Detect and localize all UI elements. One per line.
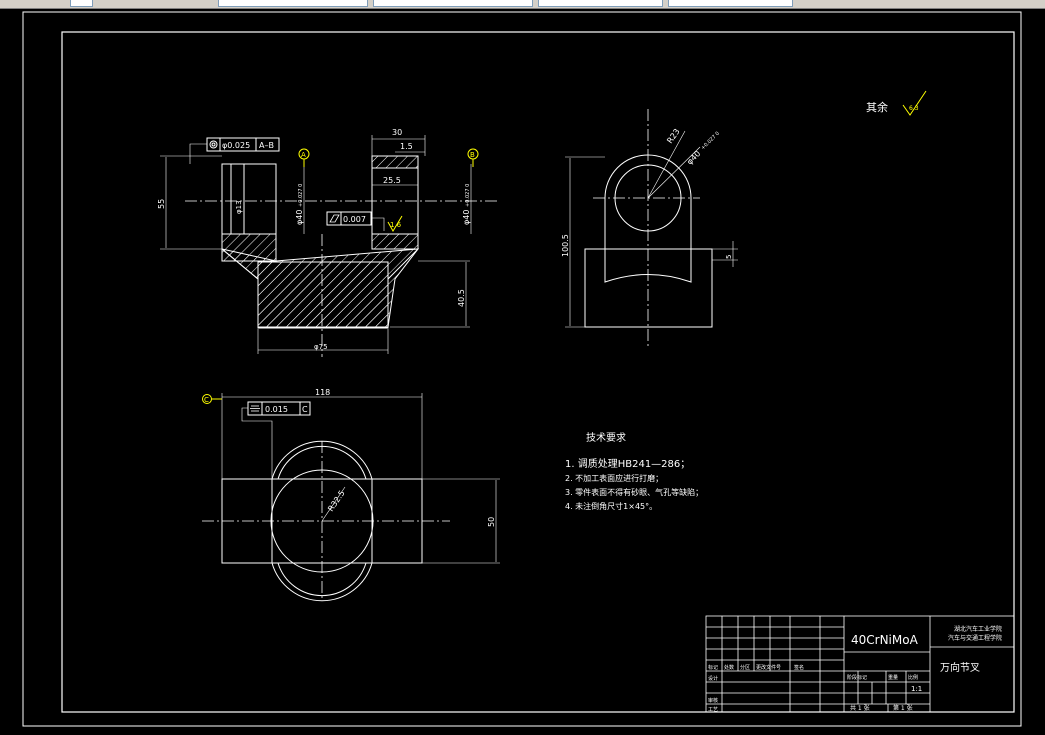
tb-sheet-no: 第 1 张 bbox=[893, 704, 913, 712]
datum-a-label: A bbox=[301, 151, 306, 159]
tb-label-check: 审核 bbox=[708, 697, 718, 704]
tb-material: 40CrNiMoA bbox=[851, 633, 919, 647]
gdt-symmetry-value: 0.015 bbox=[265, 405, 288, 414]
tech-req-item: 3. 零件表面不得有砂眼、气孔等缺陷； bbox=[565, 487, 703, 497]
side-dim-bore-tol: +0.027 0 bbox=[700, 131, 721, 152]
tb-label-change: 更改文件号 bbox=[756, 664, 781, 671]
tech-req-item: 1. 调质处理HB241—286； bbox=[565, 458, 690, 470]
tech-req-title: 技术要求 bbox=[586, 431, 626, 444]
tb-scale: 1:1 bbox=[911, 685, 922, 693]
tb-label-process: 工艺 bbox=[708, 707, 718, 713]
tb-label-mark: 标记 bbox=[708, 664, 718, 671]
datum-c-label: C bbox=[204, 396, 209, 404]
dim-hole: φ13 bbox=[235, 200, 243, 214]
toolbar-icon[interactable] bbox=[70, 0, 93, 7]
tb-label-ratio: 比例 bbox=[908, 674, 918, 681]
side-view bbox=[565, 109, 738, 347]
inner-border bbox=[61, 31, 1015, 713]
dim-chamfer: 1.5 bbox=[400, 142, 413, 151]
dim-inner-width: 25.5 bbox=[383, 176, 401, 185]
flatness-icon bbox=[329, 214, 340, 223]
dim-top-width: 30 bbox=[392, 128, 402, 137]
gdt-symmetry-datum: C bbox=[302, 405, 308, 414]
tech-req-item: 2. 不加工表面应进行打磨； bbox=[565, 473, 663, 483]
dim-bore-right: φ40 bbox=[462, 210, 471, 225]
side-dim-step: 5 bbox=[725, 255, 733, 259]
tb-part-name: 万向节叉 bbox=[940, 661, 980, 674]
toolbar bbox=[0, 0, 1045, 9]
surface-finish-note: 其余 bbox=[866, 100, 888, 114]
side-dim-bore: φ40 bbox=[685, 149, 702, 166]
tb-school: 湖北汽车工业学院 bbox=[954, 625, 1002, 633]
front-section-view bbox=[160, 135, 500, 357]
dim-bore-left-tol: +0.027 0 bbox=[298, 184, 304, 207]
top-dim-width: 118 bbox=[315, 388, 330, 397]
tb-label-sign: 签名 bbox=[794, 664, 804, 671]
gdt-concentricity-datum: A–B bbox=[259, 141, 274, 150]
surface-mark-1-6: 1.6 bbox=[390, 221, 402, 229]
layer-dropdown[interactable] bbox=[218, 0, 368, 7]
symmetry-icon bbox=[250, 405, 260, 412]
top-view bbox=[202, 393, 500, 602]
dim-bore-left: φ40 bbox=[295, 210, 304, 225]
gdt-concentricity-icon bbox=[209, 140, 218, 149]
side-dim-total-height: 100.5 bbox=[561, 234, 570, 257]
command-line-strip[interactable] bbox=[0, 729, 1045, 735]
tb-label-weight: 重量 bbox=[888, 674, 898, 681]
dim-height-55: 55 bbox=[157, 199, 166, 209]
dim-bore-right-tol: +0.027 0 bbox=[465, 184, 471, 207]
tb-label-design: 设计 bbox=[708, 675, 718, 682]
drawing-canvas[interactable]: 其余 6.3 φ0.025 A–B A B 30 1.5 25.5 55 φ40… bbox=[0, 9, 1045, 729]
tech-req-item: 4. 未注倒角尺寸1×45°。 bbox=[565, 501, 657, 511]
tech-requirements: 技术要求 1. 调质处理HB241—286； 2. 不加工表面应进行打磨； 3.… bbox=[565, 431, 703, 511]
tb-sheet-total: 共 1 张 bbox=[850, 704, 870, 712]
side-dim-radius: R23 bbox=[665, 127, 681, 145]
gdt-concentricity-value: φ0.025 bbox=[222, 141, 250, 150]
tb-label-zone: 分区 bbox=[740, 664, 750, 671]
surface-finish-value: 6.3 bbox=[909, 105, 919, 112]
tb-dept: 汽车与交通工程学院 bbox=[948, 634, 1002, 642]
color-dropdown[interactable] bbox=[373, 0, 533, 7]
top-dim-radius: R32.5 bbox=[326, 489, 347, 513]
top-dim-height: 50 bbox=[487, 517, 496, 527]
gdt-flatness-value: 0.007 bbox=[343, 215, 366, 224]
tb-label-count: 处数 bbox=[724, 664, 734, 671]
lineweight-dropdown[interactable] bbox=[668, 0, 793, 7]
dim-base-height: 40.5 bbox=[457, 289, 466, 307]
linetype-dropdown[interactable] bbox=[538, 0, 663, 7]
tb-label-stage: 阶段标记 bbox=[847, 674, 867, 681]
dim-base-dia: φ75 bbox=[314, 343, 328, 351]
datum-b-label: B bbox=[470, 151, 475, 159]
outer-border bbox=[22, 11, 1022, 727]
